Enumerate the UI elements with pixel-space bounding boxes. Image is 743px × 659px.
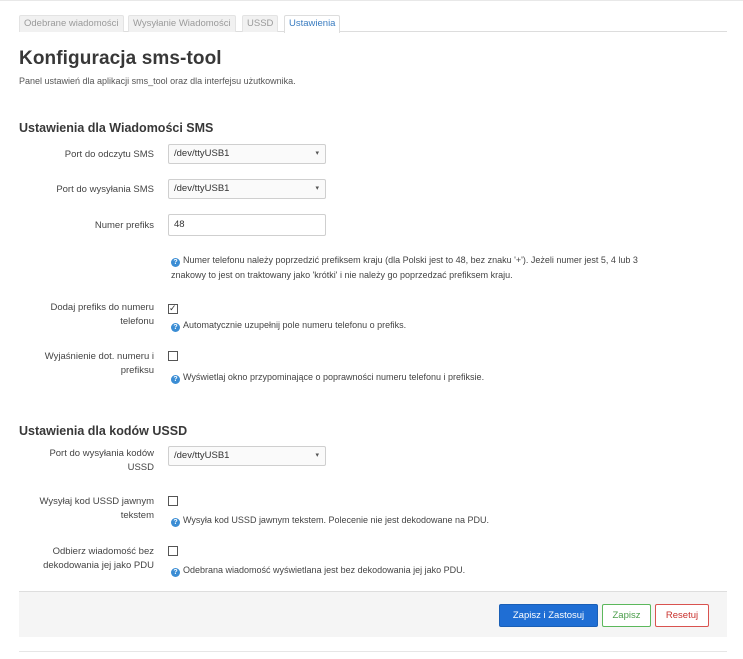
plain-text-help-text: Wysyła kod USSD jawnym tekstem. Poleceni… [183, 515, 490, 525]
no-decode-label-line1: Odbierz wiadomość bez [52, 546, 154, 557]
plain-text-checkbox[interactable] [168, 496, 178, 506]
plain-text-help: ? Wysyła kod USSD jawnym tekstem. Polecen… [171, 513, 711, 528]
ussd-port-select[interactable]: /dev/ttyUSB1 ▾ [168, 446, 326, 466]
info-icon: ? [171, 323, 180, 332]
send-port-label: Port do wysyłania SMS [56, 184, 154, 195]
reset-button[interactable]: Resetuj [655, 604, 709, 627]
check-icon: ✓ [169, 303, 177, 313]
add-prefix-label: Dodaj prefiks do numeru telefonu [51, 301, 155, 329]
page-description: Panel ustawień dla aplikacji sms_tool or… [19, 76, 296, 86]
info-icon: ? [171, 375, 180, 384]
no-decode-checkbox[interactable] [168, 546, 178, 556]
no-decode-label: Odbierz wiadomość bez dekodowania jej ja… [43, 545, 154, 573]
chevron-down-icon: ▾ [315, 185, 319, 192]
plain-text-label-line1: Wysyłaj kod USSD jawnym [39, 496, 154, 507]
tab-send-messages[interactable]: Wysyłanie Wiadomości [128, 15, 236, 32]
ussd-section-heading: Ustawienia dla kodów USSD [19, 424, 188, 438]
info-icon: ? [171, 568, 180, 577]
add-prefix-checkbox[interactable]: ✓ [168, 303, 178, 314]
send-port-select[interactable]: /dev/ttyUSB1 ▾ [168, 179, 326, 199]
read-port-value: /dev/ttyUSB1 [174, 148, 230, 159]
add-prefix-help-text: Automatycznie uzupełnij pole numeru tele… [183, 320, 407, 330]
ussd-port-value: /dev/ttyUSB1 [174, 450, 230, 461]
tab-bar: Odebrane wiadomości Wysyłanie Wiadomości… [19, 15, 727, 33]
read-port-label: Port do odczytu SMS [64, 149, 154, 160]
explain-help: ? Wyświetlaj okno przypominające o popraw… [171, 370, 711, 385]
prefix-input[interactable]: 48 [168, 214, 326, 236]
chevron-down-icon: ▾ [315, 150, 319, 157]
explain-checkbox[interactable] [168, 351, 178, 361]
prefix-help-line2: znakowy to jest on traktowany jako 'krót… [171, 270, 513, 280]
explain-label-line2: prefiksu [120, 365, 154, 376]
prefix-label: Numer prefiks [94, 220, 154, 231]
explain-help-text: Wyświetlaj okno przypominające o poprawn… [183, 372, 485, 382]
prefix-help-line1: Numer telefonu należy poprzedzić prefiks… [183, 255, 638, 265]
form-actions-bar: Zapisz i Zastosuj Zapisz Resetuj [19, 591, 727, 637]
no-decode-help-text: Odebrana wiadomość wyświetlana jest bez … [183, 565, 466, 575]
no-decode-label-line2: dekodowania jej jako PDU [43, 560, 154, 571]
explain-label-line1: Wyjaśnienie dot. numeru i [44, 351, 154, 362]
no-decode-help: ? Odebrana wiadomość wyświetlana jest bez… [171, 563, 711, 578]
explain-label: Wyjaśnienie dot. numeru i prefiksu [45, 350, 154, 378]
tab-ussd[interactable]: USSD [242, 15, 279, 32]
send-port-value: /dev/ttyUSB1 [174, 183, 230, 194]
prefix-help: ? Numer telefonu należy poprzedzić prefik… [171, 253, 711, 283]
page-title: Konfiguracja sms-tool [19, 48, 222, 69]
info-icon: ? [171, 518, 180, 527]
plain-text-label: Wysyłaj kod USSD jawnym tekstem [40, 495, 154, 523]
bottom-divider [19, 651, 727, 652]
save-apply-button[interactable]: Zapisz i Zastosuj [499, 604, 598, 627]
chevron-down-icon: ▾ [315, 452, 319, 459]
tab-settings[interactable]: Ustawienia [284, 15, 341, 33]
read-port-select[interactable]: /dev/ttyUSB1 ▾ [168, 144, 326, 164]
ussd-port-label-line1: Port do wysyłania kodów [49, 448, 154, 459]
ussd-port-label: Port do wysyłania kodów USSD [49, 447, 154, 475]
save-button[interactable]: Zapisz [602, 604, 651, 627]
sms-section-heading: Ustawienia dla Wiadomości SMS [19, 121, 214, 135]
ussd-port-label-line2: USSD [127, 462, 154, 473]
add-prefix-label-line2: telefonu [120, 316, 154, 327]
add-prefix-label-line1: Dodaj prefiks do numeru [50, 302, 155, 313]
plain-text-label-line2: tekstem [120, 510, 154, 521]
tab-received-messages[interactable]: Odebrane wiadomości [19, 15, 124, 32]
info-icon: ? [171, 258, 180, 267]
top-divider [0, 0, 743, 1]
add-prefix-help: ? Automatycznie uzupełnij pole numeru tel… [171, 318, 711, 333]
